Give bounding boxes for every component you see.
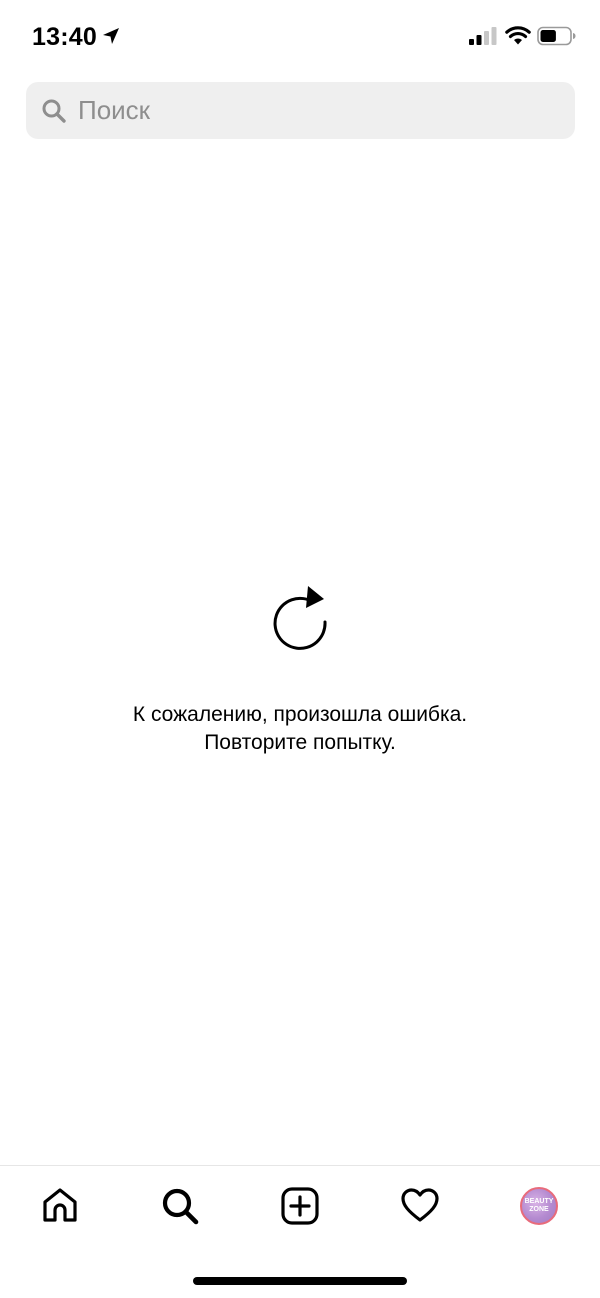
wifi-icon — [505, 26, 531, 45]
error-message-line-1: К сожалению, произошла ошибка. — [132, 703, 468, 726]
error-message: К сожалению, произошла ошибка. Повторите… — [0, 701, 600, 757]
status-bar: 13:40 — [0, 0, 600, 70]
location-arrow-icon — [103, 28, 119, 44]
avatar-text-line-1: BEAUTY — [524, 1198, 554, 1205]
search-icon — [42, 99, 66, 123]
tab-home[interactable] — [38, 1184, 82, 1228]
avatar-text-line-2: ZONE — [529, 1206, 549, 1213]
heart-icon — [401, 1188, 439, 1222]
battery-icon — [537, 26, 576, 46]
search-bar[interactable] — [26, 82, 575, 139]
screen: 13:40 К сожал — [0, 0, 600, 1298]
tab-create[interactable] — [278, 1184, 322, 1228]
tab-activity[interactable] — [398, 1184, 442, 1228]
tab-search[interactable] — [158, 1184, 202, 1228]
home-indicator[interactable] — [193, 1277, 407, 1285]
avatar: BEAUTY ZONE — [520, 1187, 558, 1225]
reload-icon[interactable] — [266, 584, 334, 652]
tab-profile[interactable]: BEAUTY ZONE — [517, 1184, 561, 1228]
search-icon — [162, 1188, 199, 1225]
search-input[interactable] — [78, 82, 548, 139]
plus-square-icon — [281, 1187, 319, 1225]
error-message-line-2: Повторите попытку. — [204, 731, 396, 754]
cellular-signal-icon — [469, 27, 497, 45]
status-time: 13:40 — [32, 23, 97, 51]
home-icon — [43, 1188, 77, 1222]
